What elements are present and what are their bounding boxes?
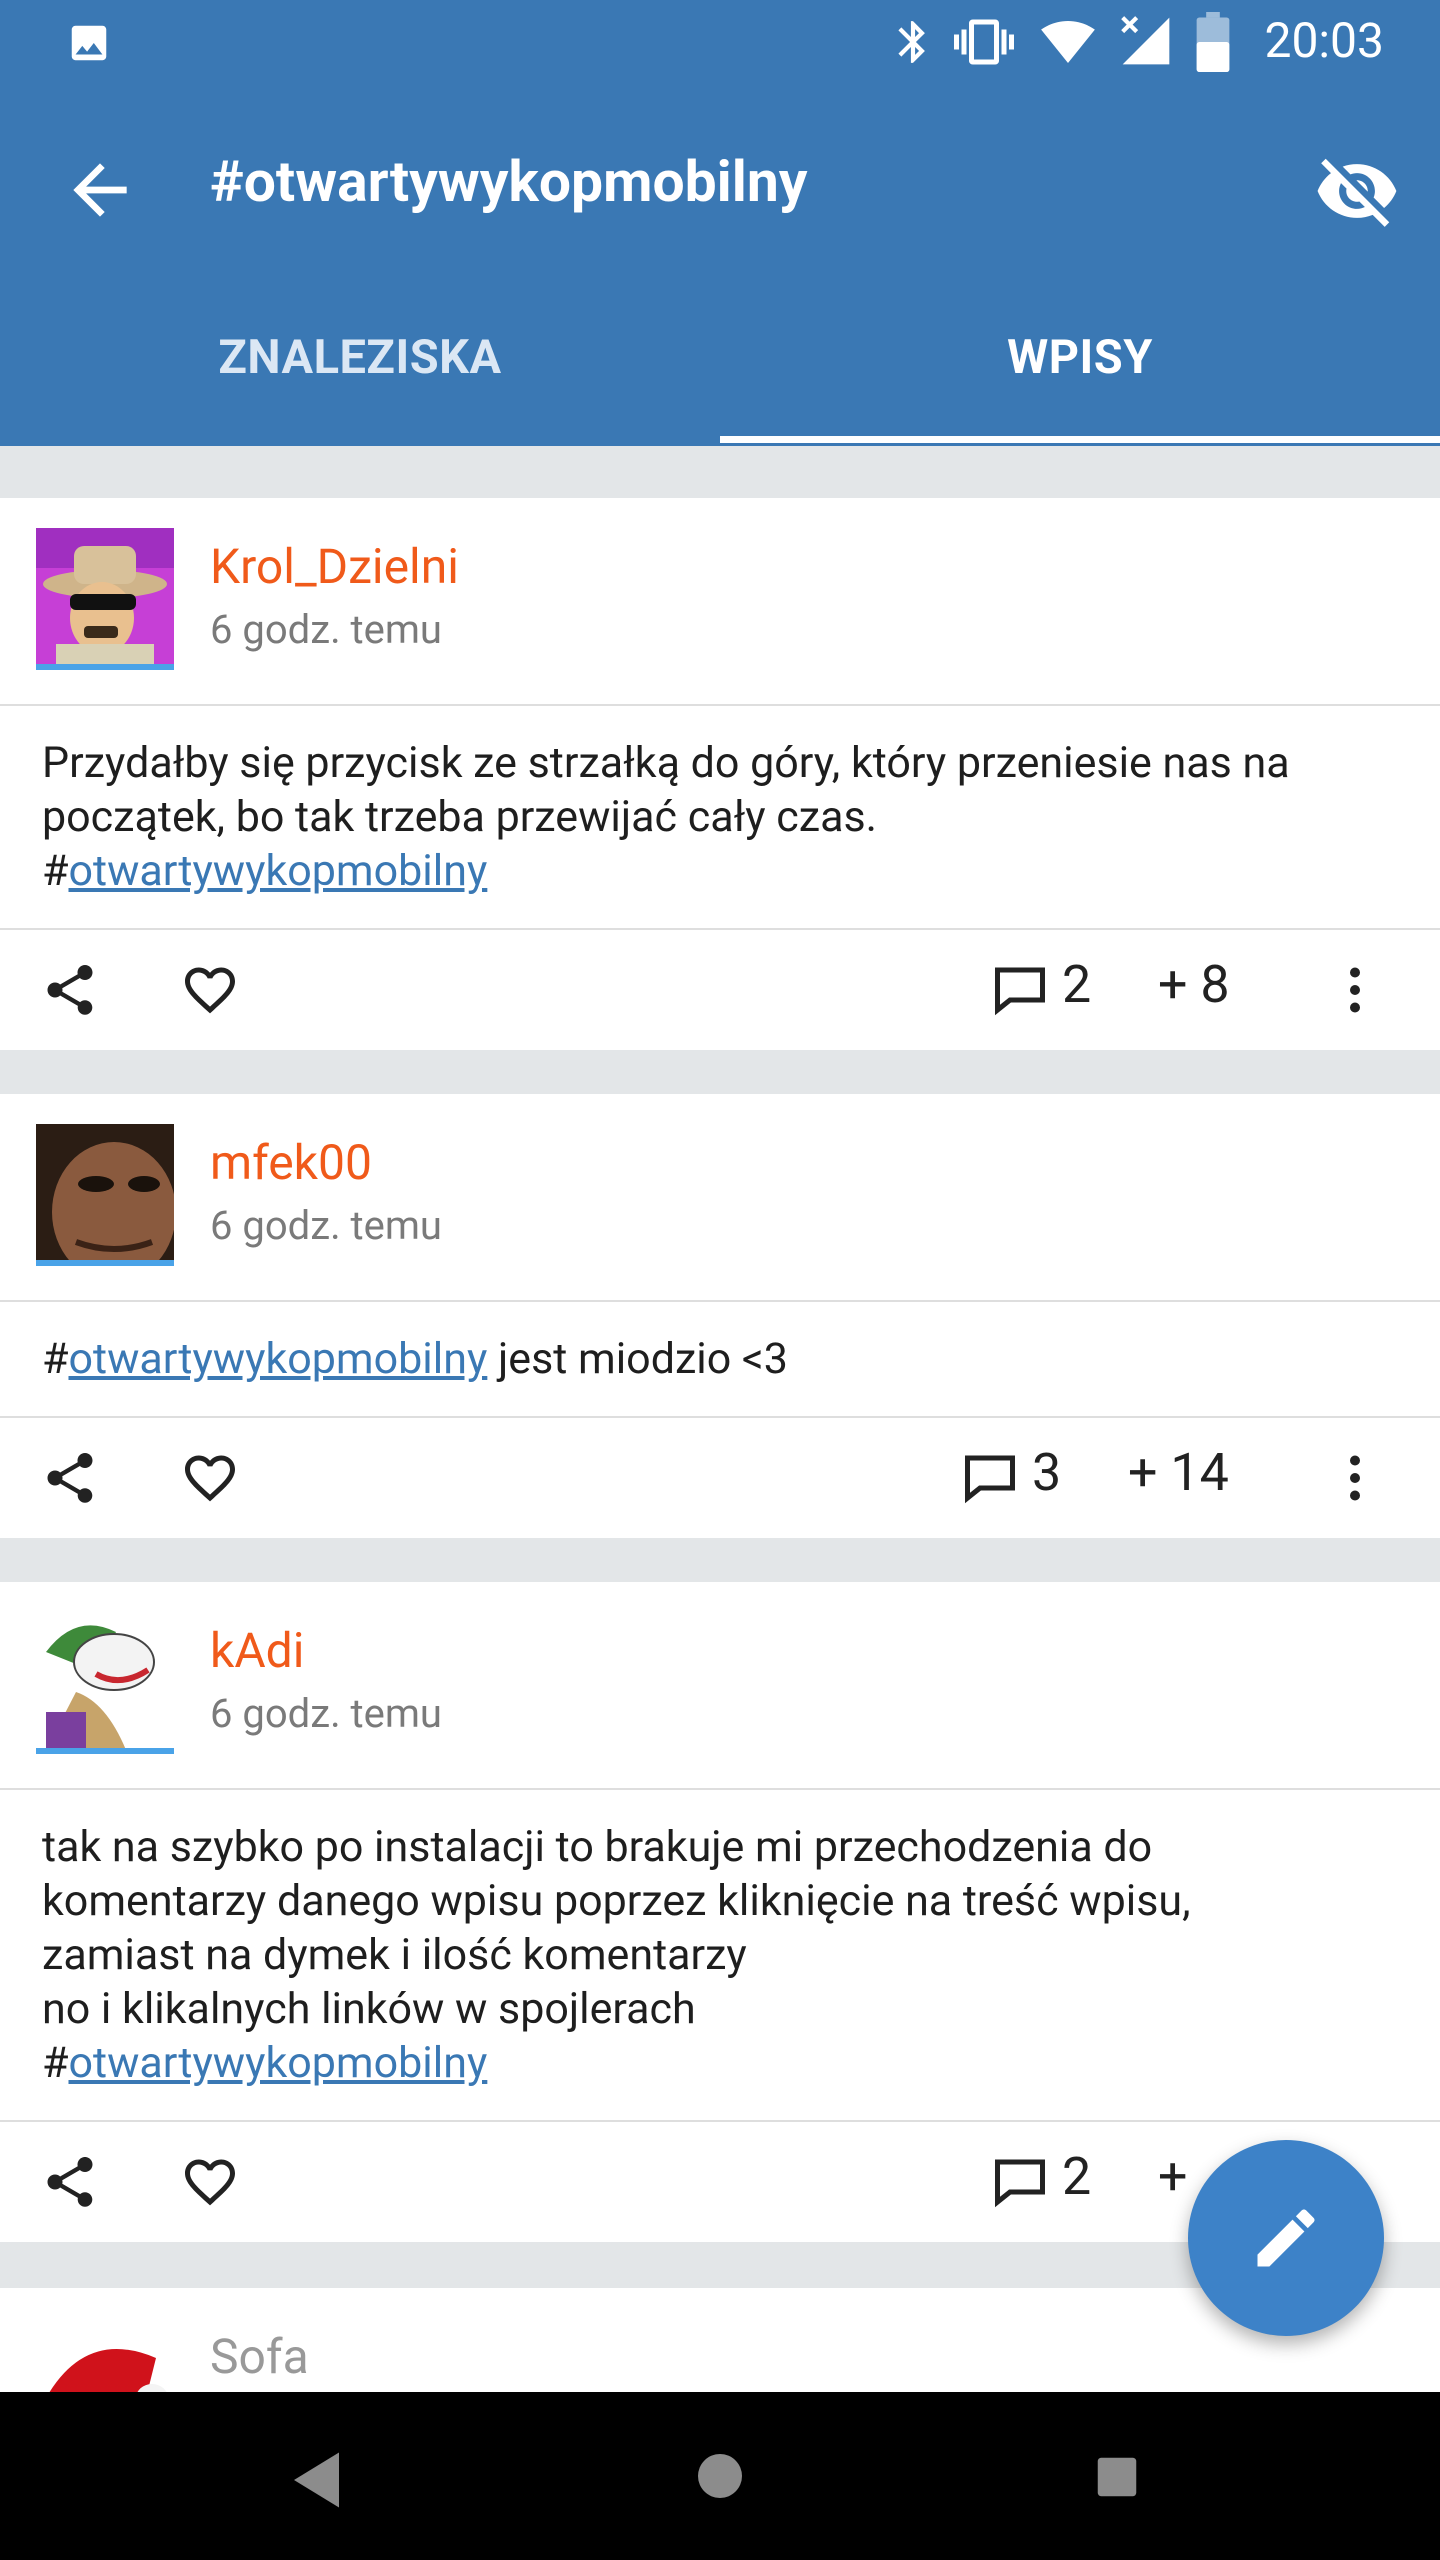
- avatar[interactable]: [36, 2318, 174, 2392]
- battery-icon: [1196, 12, 1230, 72]
- post-header: kAdi 6 godz. temu: [0, 1582, 1440, 1790]
- post-separator: [0, 1544, 1440, 1582]
- avatar-underline: [36, 1260, 174, 1266]
- post-time: 6 godz. temu: [210, 606, 442, 653]
- post-body: #otwartywykopmobilny jest miodzio <3: [0, 1302, 1440, 1418]
- app-bar: 20:03 #otwartywykopmobilny ZNALEZISKA WP…: [0, 0, 1440, 446]
- vote-count[interactable]: +: [1158, 2146, 1188, 2207]
- clock: 20:03: [1264, 12, 1384, 69]
- hashtag-line: #otwartywykopmobilny jest miodzio <3: [42, 1334, 788, 1384]
- vibrate-icon: [954, 19, 1014, 65]
- post-card: mfek00 6 godz. temu #otwartywykopmobilny…: [0, 1094, 1440, 1538]
- image-icon: [71, 25, 107, 61]
- comment-count[interactable]: 2: [1062, 2146, 1091, 2207]
- comment-icon[interactable]: [960, 1448, 1020, 1508]
- post-time: 6 godz. temu: [210, 1690, 442, 1737]
- avatar[interactable]: [36, 1124, 174, 1262]
- share-icon[interactable]: [40, 1448, 100, 1508]
- comment-icon[interactable]: [990, 960, 1050, 1020]
- avatar[interactable]: [36, 1612, 174, 1750]
- hide-eye-icon[interactable]: [1314, 148, 1400, 234]
- author-name[interactable]: kAdi: [210, 1622, 304, 1679]
- post-header: Krol_Dzielni 6 godz. temu: [0, 498, 1440, 706]
- compose-button[interactable]: [1188, 2140, 1384, 2336]
- share-icon[interactable]: [40, 960, 100, 1020]
- tab-wpisy[interactable]: WPISY: [720, 330, 1440, 400]
- heart-icon[interactable]: [180, 1448, 240, 1508]
- post-card: kAdi 6 godz. temu tak na szybko po insta…: [0, 1582, 1440, 2242]
- post-separator: [0, 1056, 1440, 1094]
- bluetooth-icon: [898, 21, 925, 63]
- author-name[interactable]: Krol_Dzielni: [210, 538, 459, 595]
- share-icon[interactable]: [40, 2152, 100, 2212]
- post-text-line: początek, bo tak trzeba przewijać cały c…: [42, 792, 878, 842]
- vote-count[interactable]: + 14: [1128, 1442, 1229, 1503]
- heart-icon[interactable]: [180, 960, 240, 1020]
- post-text-line: no i klikalnych linków w spojlerach: [42, 1984, 696, 2034]
- comment-count[interactable]: 3: [1032, 1442, 1061, 1503]
- system-nav-bar: [0, 2392, 1440, 2560]
- status-bar: 20:03: [0, 0, 1440, 84]
- post-actions: 2 + 8: [0, 930, 1440, 1050]
- post-actions: 3 + 14: [0, 1418, 1440, 1538]
- comment-count[interactable]: 2: [1062, 954, 1091, 1015]
- more-vert-icon[interactable]: [1325, 1448, 1385, 1508]
- hashtag-link[interactable]: otwartywykopmobilny: [68, 846, 487, 896]
- back-arrow-icon[interactable]: [60, 150, 140, 230]
- post-text-line: zamiast na dymek i ilość komentarzy: [42, 1930, 747, 1980]
- avatar-underline: [36, 1748, 174, 1754]
- hashtag-line: #otwartywykopmobilny: [42, 2038, 488, 2088]
- vote-count[interactable]: + 8: [1158, 954, 1230, 1015]
- author-name[interactable]: Sofa: [210, 2328, 309, 2385]
- hashtag-link[interactable]: otwartywykopmobilny: [68, 1334, 487, 1384]
- avatar[interactable]: [36, 528, 174, 666]
- hashtag-line: #otwartywykopmobilny: [42, 846, 488, 896]
- hashtag-link[interactable]: otwartywykopmobilny: [68, 2038, 487, 2088]
- avatar-underline: [36, 664, 174, 670]
- tab-znaleziska[interactable]: ZNALEZISKA: [0, 330, 720, 400]
- more-vert-icon[interactable]: [1325, 960, 1385, 1020]
- post-body: tak na szybko po instalacji to brakuje m…: [0, 1790, 1440, 2122]
- post-text-line: tak na szybko po instalacji to brakuje m…: [42, 1822, 1153, 1872]
- nav-recents-icon[interactable]: [1096, 2456, 1138, 2498]
- post-body: Przydałby się przycisk ze strzałką do gó…: [0, 706, 1440, 930]
- tab-indicator: [720, 436, 1440, 443]
- heart-icon[interactable]: [180, 2152, 240, 2212]
- nav-home-icon[interactable]: [696, 2452, 744, 2500]
- post-header: mfek00 6 godz. temu: [0, 1094, 1440, 1302]
- post-text: jest miodzio <3: [487, 1334, 788, 1384]
- signal-icon: [1121, 16, 1170, 65]
- post-text-line: komentarzy danego wpisu poprzez kliknięc…: [42, 1876, 1191, 1926]
- author-name[interactable]: mfek00: [210, 1134, 372, 1191]
- post-card: Krol_Dzielni 6 godz. temu Przydałby się …: [0, 498, 1440, 1050]
- wifi-icon: [1041, 21, 1095, 63]
- comment-icon[interactable]: [990, 2152, 1050, 2212]
- nav-back-icon[interactable]: [294, 2452, 344, 2508]
- page-title: #otwartywykopmobilny: [210, 148, 808, 215]
- post-time: 6 godz. temu: [210, 1202, 442, 1249]
- post-text-line: Przydałby się przycisk ze strzałką do gó…: [42, 738, 1290, 788]
- pencil-icon: [1257, 2209, 1315, 2267]
